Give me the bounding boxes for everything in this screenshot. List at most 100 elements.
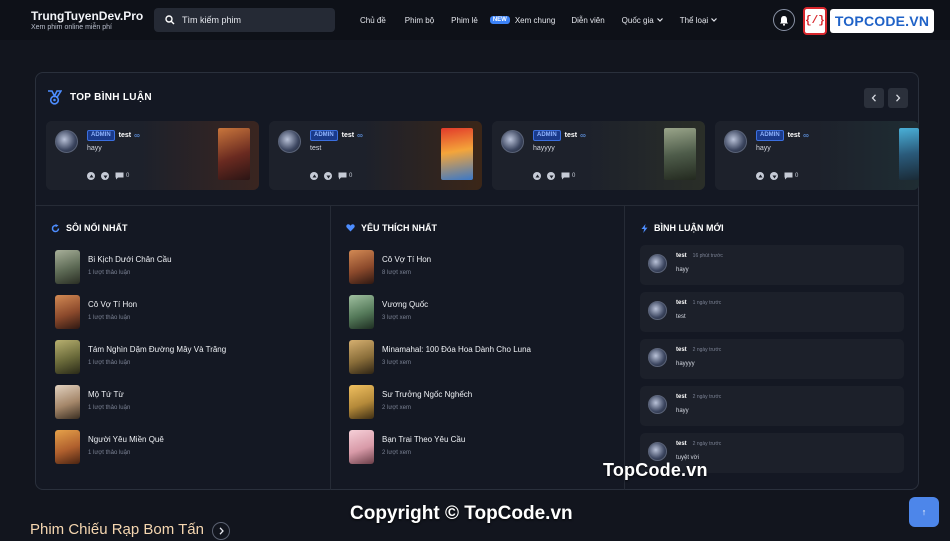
comment-username[interactable]: test bbox=[676, 394, 687, 400]
nav-item-dien-vien[interactable]: Diễn viên bbox=[571, 16, 604, 25]
comment-header: test 16 phút trước bbox=[676, 253, 723, 259]
view-count: 2 lượt xem bbox=[382, 450, 411, 456]
movie-title[interactable]: Cô Vợ Tí Hon bbox=[88, 300, 137, 309]
comment-username[interactable]: test bbox=[565, 132, 577, 139]
movie-title[interactable]: Bi Kịch Dưới Chân Cầu bbox=[88, 255, 172, 264]
downvote-icon[interactable] bbox=[324, 172, 332, 180]
comment-username[interactable]: test bbox=[676, 441, 687, 447]
discussion-count: 1 lượt thảo luận bbox=[88, 360, 131, 366]
carousel-next-button[interactable] bbox=[888, 88, 908, 108]
movie-poster[interactable] bbox=[899, 128, 919, 180]
nav-label: Thể loại bbox=[679, 15, 709, 25]
chevron-down-icon bbox=[711, 18, 718, 22]
avatar[interactable] bbox=[648, 301, 667, 320]
movie-thumbnail[interactable] bbox=[349, 385, 374, 419]
reply-icon[interactable] bbox=[561, 172, 570, 180]
movie-title[interactable]: Mộ Tứ Từ bbox=[88, 390, 130, 399]
top-comment-card[interactable]: ADMIN test ∞ hayy 0 bbox=[715, 121, 919, 190]
chevron-left-icon bbox=[871, 94, 876, 102]
scroll-to-top-button[interactable]: ↑ bbox=[909, 497, 939, 527]
downvote-icon[interactable] bbox=[770, 172, 778, 180]
reply-icon[interactable] bbox=[115, 172, 124, 180]
brand-logo[interactable]: TrungTuyenDev.Pro Xem phim online miễn p… bbox=[31, 10, 143, 32]
avatar[interactable] bbox=[648, 254, 667, 273]
nav-item-phim-bo[interactable]: Phim bộ bbox=[405, 16, 434, 25]
comment-username[interactable]: test bbox=[788, 132, 800, 139]
movie-title[interactable]: Sư Trưởng Ngốc Nghếch bbox=[382, 390, 472, 399]
nav-item-phim-le[interactable]: Phim lẻ bbox=[451, 16, 478, 25]
movie-thumbnail[interactable] bbox=[55, 250, 80, 284]
search-box[interactable] bbox=[154, 8, 335, 32]
section-view-more-button[interactable] bbox=[212, 522, 230, 540]
comment-username[interactable]: test bbox=[676, 347, 687, 353]
discussion-count: 1 lượt thảo luận bbox=[88, 315, 131, 321]
downvote-icon[interactable] bbox=[101, 172, 109, 180]
movie-thumbnail[interactable] bbox=[349, 430, 374, 464]
upvote-icon[interactable] bbox=[310, 172, 318, 180]
recent-comment[interactable]: test 2 ngày trước hayy bbox=[640, 386, 904, 426]
nav-item-the-loai[interactable]: Thể loại bbox=[679, 15, 718, 25]
favorite-list-item[interactable]: Bạn Trai Theo Yêu Cầu 2 lượt xem bbox=[349, 430, 465, 464]
reply-icon[interactable] bbox=[784, 172, 793, 180]
hot-list-item[interactable]: Mộ Tứ Từ 1 lượt thảo luận bbox=[55, 385, 130, 419]
top-comment-card[interactable]: ADMIN test ∞ hayyyy 0 bbox=[492, 121, 705, 190]
movie-title[interactable]: Người Yêu Miền Quê bbox=[88, 435, 164, 444]
recent-comment[interactable]: test 1 ngày trước test bbox=[640, 292, 904, 332]
avatar[interactable] bbox=[648, 395, 667, 414]
hot-list-item[interactable]: Cô Vợ Tí Hon 1 lượt thảo luận bbox=[55, 295, 137, 329]
nav-item-xem-chung[interactable]: NEW Xem chung bbox=[489, 16, 555, 25]
discussion-count: 1 lượt thảo luận bbox=[88, 405, 131, 411]
upvote-icon[interactable] bbox=[533, 172, 541, 180]
favorite-list-item[interactable]: Vương Quốc 3 lượt xem bbox=[349, 295, 428, 329]
upvote-icon[interactable] bbox=[87, 172, 95, 180]
movie-title[interactable]: Cô Vợ Tí Hon bbox=[382, 255, 431, 264]
notification-bell-button[interactable] bbox=[773, 9, 795, 31]
reply-icon[interactable] bbox=[338, 172, 347, 180]
movie-title[interactable]: Tám Nghìn Dặm Đường Mây Và Trăng bbox=[88, 345, 226, 354]
avatar[interactable] bbox=[278, 130, 301, 153]
movie-thumbnail[interactable] bbox=[55, 340, 80, 374]
movie-thumbnail[interactable] bbox=[55, 295, 80, 329]
nav-item-chu-de[interactable]: Chủ đề bbox=[360, 16, 386, 25]
movie-thumbnail[interactable] bbox=[349, 250, 374, 284]
favorite-list-item[interactable]: Minamahal: 100 Đóa Hoa Dành Cho Luna 3 lư… bbox=[349, 340, 531, 374]
comment-username[interactable]: test bbox=[676, 253, 687, 259]
avatar[interactable] bbox=[648, 348, 667, 367]
comment-header: test 2 ngày trước bbox=[676, 394, 721, 400]
movie-poster[interactable] bbox=[664, 128, 696, 180]
section-title[interactable]: Phim Chiếu Rạp Bom Tấn bbox=[30, 521, 204, 538]
movie-poster[interactable] bbox=[218, 128, 250, 180]
hot-list-item[interactable]: Bi Kịch Dưới Chân Cầu 1 lượt thảo luận bbox=[55, 250, 172, 284]
movie-title[interactable]: Bạn Trai Theo Yêu Cầu bbox=[382, 435, 465, 444]
avatar[interactable] bbox=[55, 130, 78, 153]
avatar[interactable] bbox=[648, 442, 667, 461]
movie-thumbnail[interactable] bbox=[349, 340, 374, 374]
hot-list-item[interactable]: Tám Nghìn Dặm Đường Mây Và Trăng 1 lượt t… bbox=[55, 340, 226, 374]
comment-text: hayy bbox=[676, 408, 689, 414]
carousel-prev-button[interactable] bbox=[864, 88, 884, 108]
movie-thumbnail[interactable] bbox=[55, 385, 80, 419]
search-input[interactable] bbox=[182, 15, 322, 25]
comment-time: 2 ngày trước bbox=[692, 441, 722, 447]
movie-thumbnail[interactable] bbox=[55, 430, 80, 464]
top-comment-card[interactable]: ADMIN test ∞ hayy 0 bbox=[46, 121, 259, 190]
downvote-icon[interactable] bbox=[547, 172, 555, 180]
nav-item-quoc-gia[interactable]: Quốc gia bbox=[622, 16, 663, 25]
movie-thumbnail[interactable] bbox=[349, 295, 374, 329]
movie-poster[interactable] bbox=[441, 128, 473, 180]
upvote-icon[interactable] bbox=[756, 172, 764, 180]
comment-username[interactable]: test bbox=[342, 132, 354, 139]
new-badge: NEW bbox=[489, 16, 510, 24]
avatar[interactable] bbox=[501, 130, 524, 153]
top-comment-card[interactable]: ADMIN test ∞ test 0 bbox=[269, 121, 482, 190]
favorite-list-item[interactable]: Sư Trưởng Ngốc Nghếch 2 lượt xem bbox=[349, 385, 472, 419]
avatar[interactable] bbox=[724, 130, 747, 153]
movie-title[interactable]: Vương Quốc bbox=[382, 300, 428, 309]
comment-username[interactable]: test bbox=[119, 132, 131, 139]
favorite-list-item[interactable]: Cô Vợ Tí Hon 8 lượt xem bbox=[349, 250, 431, 284]
movie-title[interactable]: Minamahal: 100 Đóa Hoa Dành Cho Luna bbox=[382, 345, 531, 354]
recent-comment[interactable]: test 2 ngày trước hayyyy bbox=[640, 339, 904, 379]
comment-username[interactable]: test bbox=[676, 300, 687, 306]
recent-comment[interactable]: test 16 phút trước hayy bbox=[640, 245, 904, 285]
hot-list-item[interactable]: Người Yêu Miền Quê 1 lượt thảo luận bbox=[55, 430, 164, 464]
